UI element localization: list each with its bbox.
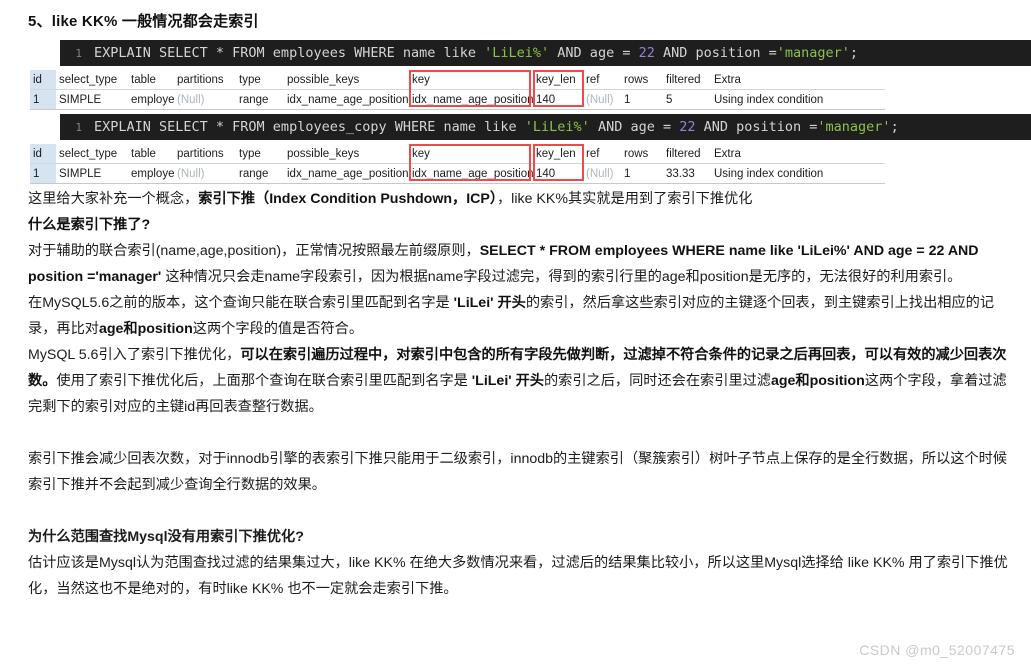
cell-ref: (Null) <box>583 163 621 184</box>
code-suffix: ; <box>849 45 859 61</box>
icp-opt-text-1: MySQL 5.6引入了索引下推优化， <box>28 347 241 363</box>
cell-rows: 1 <box>621 163 663 184</box>
cell-rows: 1 <box>621 89 663 110</box>
code-prefix: EXPLAIN SELECT * FROM employees_copy WHE… <box>94 119 525 135</box>
sql-code-block-2: 1 EXPLAIN SELECT * FROM employees_copy WH… <box>60 114 1031 140</box>
cell-extra: Using index condition <box>711 89 885 110</box>
prefix-text-1: 对于辅助的联合索引(name,age,position)，正常情况按照最左前缀原… <box>28 243 480 259</box>
col-header-possible-keys: possible_keys <box>284 144 409 164</box>
subheading-what-is-icp: 什么是索引下推了? <box>28 217 151 233</box>
cell-key: idx_name_age_position <box>409 163 533 184</box>
paragraph-secondary-index-note: 索引下推会减少回表次数，对于innodb引擎的表索引下推只能用于二级索引，inn… <box>28 451 1008 493</box>
code-number-literal: 22 <box>679 119 696 135</box>
table-row: 1 SIMPLE employe (Null) range idx_name_a… <box>30 163 885 184</box>
code-line-number: 1 <box>75 47 82 60</box>
cell-possible-keys: idx_name_age_position <box>284 89 409 110</box>
page-title: 5、like KK% 一般情况都会走索引 <box>28 13 259 30</box>
table-header-row: id select_type table partitions type pos… <box>30 70 885 90</box>
col-header-key: key <box>409 70 533 90</box>
cell-partitions: (Null) <box>174 89 236 110</box>
table-header-row: id select_type table partitions type pos… <box>30 144 885 164</box>
code-mid-2: AND position = <box>695 119 818 135</box>
col-header-ref: ref <box>583 144 621 164</box>
col-header-extra: Extra <box>711 144 885 164</box>
icp-opt-text-3: 的索引之后，同时还会在索引里过滤 <box>543 373 771 389</box>
col-header-rows: rows <box>621 70 663 90</box>
age-position-emphasis-1: age和position <box>98 321 193 337</box>
code-mid-1: AND age = <box>549 45 639 61</box>
col-header-filtered: filtered <box>663 144 711 164</box>
cell-partitions: (Null) <box>174 163 236 184</box>
paragraph-range-explanation: 估计应该是Mysql认为范围查找过滤的结果集过大，like KK% 在绝大多数情… <box>28 555 1008 597</box>
cell-select-type: SIMPLE <box>56 89 128 110</box>
col-header-possible-keys: possible_keys <box>284 70 409 90</box>
cell-extra: Using index condition <box>711 163 885 184</box>
code-string-literal-2: 'manager' <box>776 45 850 61</box>
paragraph-mysql56-icp: MySQL 5.6引入了索引下推优化，可以在索引遍历过程中，对索引中包含的所有字… <box>28 342 1018 420</box>
cell-table: employe <box>128 163 174 184</box>
code-number-literal: 22 <box>638 45 655 61</box>
explain-result-table-1: id select_type table partitions type pos… <box>30 70 885 110</box>
cell-possible-keys: idx_name_age_position <box>284 163 409 184</box>
cell-key: idx_name_age_position <box>409 89 533 110</box>
col-header-key-len: key_len <box>533 144 583 164</box>
icp-term: 索引下推（Index Condition Pushdown，ICP） <box>198 191 497 207</box>
cell-key-len: 140 <box>533 89 583 110</box>
col-header-type: type <box>236 70 284 90</box>
cell-key-len: 140 <box>533 163 583 184</box>
col-header-filtered: filtered <box>663 70 711 90</box>
paragraph-leftmost-prefix: 对于辅助的联合索引(name,age,position)，正常情况按照最左前缀原… <box>28 238 1018 290</box>
age-position-emphasis-2: age和position <box>770 373 865 389</box>
prefix-text-2: 这种情况只会走name字段索引，因为根据name字段过滤完，得到的索引行里的ag… <box>161 269 962 285</box>
col-header-type: type <box>236 144 284 164</box>
cell-select-type: SIMPLE <box>56 163 128 184</box>
col-header-table: table <box>128 70 174 90</box>
code-string-literal-2: 'manager' <box>817 119 891 135</box>
icp-intro-part-2: ，like KK%其实就是用到了索引下推优化 <box>496 191 753 207</box>
cell-filtered: 5 <box>663 89 711 110</box>
csdn-watermark: CSDN @m0_52007475 <box>859 642 1015 658</box>
col-header-extra: Extra <box>711 70 885 90</box>
col-header-id: id <box>30 144 56 164</box>
col-header-key-len: key_len <box>533 70 583 90</box>
lilei-prefix-emphasis-1: 'LiLei' 开头 <box>453 295 526 311</box>
explain-result-table-2: id select_type table partitions type pos… <box>30 144 885 184</box>
code-line-number: 1 <box>75 121 82 134</box>
icp-opt-text-2: 使用了索引下推优化后，上面那个查询在联合索引里匹配到名字是 <box>56 373 472 389</box>
cell-filtered: 33.33 <box>663 163 711 184</box>
mysql56-text-1: 在MySQL5.6之前的版本，这个查询只能在联合索引里匹配到名字是 <box>28 295 454 311</box>
col-header-table: table <box>128 144 174 164</box>
sql-code-block-1: 1 EXPLAIN SELECT * FROM employees WHERE n… <box>60 40 1031 66</box>
col-header-rows: rows <box>621 144 663 164</box>
table-row: 1 SIMPLE employe (Null) range idx_name_a… <box>30 89 885 110</box>
subheading-why-range-no-icp: 为什么范围查找Mysql没有用索引下推优化? <box>28 529 304 545</box>
mysql56-text-3: 这两个字段的值是否符合。 <box>192 321 364 337</box>
col-header-ref: ref <box>583 70 621 90</box>
cell-table: employe <box>128 89 174 110</box>
code-mid-1: AND age = <box>589 119 680 135</box>
col-header-partitions: partitions <box>174 144 236 164</box>
icp-intro-part-1: 这里给大家补充一个概念， <box>28 191 199 207</box>
cell-id: 1 <box>30 163 56 184</box>
col-header-id: id <box>30 70 56 90</box>
code-prefix: EXPLAIN SELECT * FROM employees WHERE na… <box>94 45 485 61</box>
article-page: 5、like KK% 一般情况都会走索引 1 EXPLAIN SELECT * F… <box>0 0 1031 668</box>
col-header-select-type: select_type <box>56 70 128 90</box>
lilei-prefix-emphasis-2: 'LiLei' 开头 <box>471 373 544 389</box>
paragraph-icp-intro: 这里给大家补充一个概念，索引下推（Index Condition Pushdow… <box>28 186 1018 212</box>
col-header-key: key <box>409 144 533 164</box>
code-mid-2: AND position = <box>654 45 777 61</box>
code-string-literal: 'LiLei%' <box>484 45 550 61</box>
article-body: 这里给大家补充一个概念，索引下推（Index Condition Pushdow… <box>28 186 1018 602</box>
cell-ref: (Null) <box>583 89 621 110</box>
code-suffix: ; <box>890 119 899 135</box>
col-header-partitions: partitions <box>174 70 236 90</box>
col-header-select-type: select_type <box>56 144 128 164</box>
paragraph-before-mysql56: 在MySQL5.6之前的版本，这个查询只能在联合索引里匹配到名字是 'LiLei… <box>28 290 1018 342</box>
cell-type: range <box>236 89 284 110</box>
code-string-literal: 'LiLei%' <box>524 119 590 135</box>
cell-type: range <box>236 163 284 184</box>
cell-id: 1 <box>30 89 56 110</box>
